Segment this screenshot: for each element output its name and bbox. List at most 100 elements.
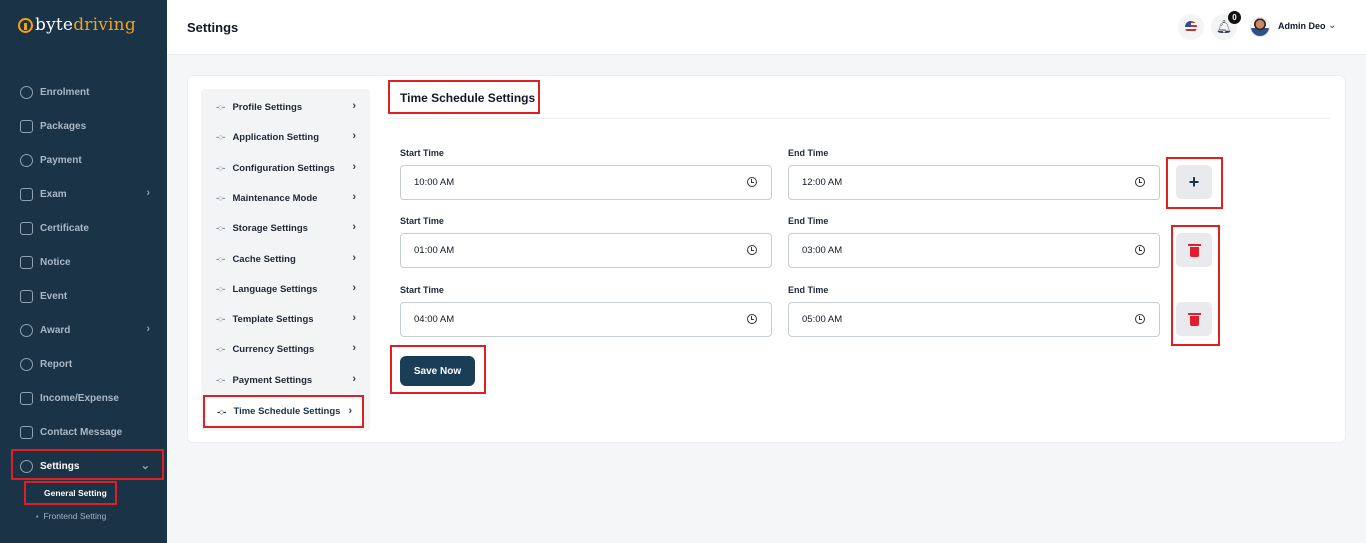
chevron-right-icon: › xyxy=(352,191,356,203)
sidebar-item-payment[interactable]: Payment xyxy=(0,143,167,177)
chevron-right-icon: › xyxy=(352,130,356,142)
divider xyxy=(388,118,1331,119)
step-icon: -○- xyxy=(217,406,226,417)
notice-icon xyxy=(20,255,33,269)
sidebar-item-label: Certificate xyxy=(40,222,89,234)
sidebar-item-income-expense[interactable]: Income/Expense xyxy=(0,381,167,415)
sidebar-item-notice[interactable]: Notice xyxy=(0,245,167,279)
end-time-label: End Time xyxy=(788,216,829,226)
sidebar-item-label: Award xyxy=(40,324,71,336)
clock-icon[interactable] xyxy=(1135,314,1145,324)
menu-item-cache-setting[interactable]: -○- Cache Setting › xyxy=(201,244,366,274)
sidebar-item-label: Income/Expense xyxy=(40,392,119,404)
menu-item-payment-settings[interactable]: -○- Payment Settings › xyxy=(201,365,366,395)
sidebar-item-label: Contact Message xyxy=(40,426,123,438)
step-icon: -○- xyxy=(216,223,225,233)
chevron-right-icon: › xyxy=(352,312,356,324)
menu-item-label: Configuration Settings xyxy=(232,162,335,174)
sidebar-item-contact-message[interactable]: Contact Message xyxy=(0,415,167,449)
menu-item-label: Currency Settings xyxy=(232,343,315,355)
menu-item-template-settings[interactable]: -○- Template Settings › xyxy=(201,304,366,334)
sidebar-item-certificate[interactable]: Certificate xyxy=(0,211,167,245)
settings-highlight xyxy=(11,449,164,480)
delete-row-button[interactable] xyxy=(1176,233,1212,267)
user-name[interactable]: Admin Deo xyxy=(1278,21,1326,31)
step-icon: -○- xyxy=(216,254,225,264)
end-time-input[interactable]: 05:00 AM xyxy=(788,302,1160,337)
clock-icon[interactable] xyxy=(1135,177,1145,187)
start-time-label: Start Time xyxy=(400,216,444,226)
step-icon: -○- xyxy=(216,375,225,385)
trash-icon xyxy=(1187,312,1201,326)
menu-item-application-setting[interactable]: -○- Application Setting › xyxy=(201,122,366,152)
menu-item-language-settings[interactable]: -○- Language Settings › xyxy=(201,274,366,304)
menu-item-label: Template Settings xyxy=(232,313,314,325)
menu-item-storage-settings[interactable]: -○- Storage Settings › xyxy=(201,213,366,243)
delete-row-button[interactable] xyxy=(1176,302,1212,336)
menu-item-time-schedule-settings[interactable]: -○- Time Schedule Settings › xyxy=(203,395,364,428)
us-flag-icon xyxy=(1185,21,1197,33)
sidebar-item-event[interactable]: Event xyxy=(0,279,167,313)
menu-item-profile-settings[interactable]: -○- Profile Settings › xyxy=(201,92,366,122)
start-time-value: 10:00 AM xyxy=(414,177,455,188)
exam-icon xyxy=(20,187,33,201)
section-title: Time Schedule Settings xyxy=(400,91,536,105)
notification-badge: 0 xyxy=(1228,11,1241,24)
step-icon: -○- xyxy=(216,344,225,354)
menu-item-label: Payment Settings xyxy=(232,374,313,386)
brand-logo[interactable]: byte driving xyxy=(18,15,136,35)
sidebar-item-report[interactable]: Report xyxy=(0,347,167,381)
chevron-right-icon: › xyxy=(146,187,150,199)
sidebar-nav: Enrolment Packages Payment Exam › Certifi… xyxy=(0,75,167,483)
brand-part2: driving xyxy=(73,15,136,35)
add-row-button[interactable]: + xyxy=(1176,165,1212,199)
award-icon xyxy=(20,323,33,337)
certificate-icon xyxy=(20,221,33,235)
end-time-value: 03:00 AM xyxy=(802,245,843,256)
brand-part1: byte xyxy=(35,15,74,35)
end-time-input[interactable]: 03:00 AM xyxy=(788,233,1160,268)
menu-item-currency-settings[interactable]: -○- Currency Settings › xyxy=(201,334,366,364)
sidebar-item-packages[interactable]: Packages xyxy=(0,109,167,143)
menu-item-label: Time Schedule Settings xyxy=(233,406,341,417)
step-icon: -○- xyxy=(216,314,225,324)
clock-icon[interactable] xyxy=(747,245,757,255)
enrolment-icon xyxy=(20,85,33,99)
step-icon: -○- xyxy=(216,132,225,142)
chevron-right-icon: › xyxy=(352,373,356,385)
sidebar-item-label: Notice xyxy=(40,256,71,268)
packages-icon xyxy=(20,119,33,133)
sidebar-item-label: Exam xyxy=(40,188,67,200)
sidebar: byte driving Enrolment Packages Payment … xyxy=(0,0,167,543)
start-time-input[interactable]: 04:00 AM xyxy=(400,302,772,337)
end-time-value: 05:00 AM xyxy=(802,314,843,325)
clock-icon[interactable] xyxy=(747,314,757,324)
start-time-input[interactable]: 01:00 AM xyxy=(400,233,772,268)
menu-item-configuration-settings[interactable]: -○- Configuration Settings › xyxy=(201,153,366,183)
end-time-input[interactable]: 12:00 AM xyxy=(788,165,1160,200)
trash-icon xyxy=(1187,243,1201,257)
clock-icon[interactable] xyxy=(1135,245,1145,255)
report-icon xyxy=(20,357,33,371)
start-time-input[interactable]: 10:00 AM xyxy=(400,165,772,200)
sidebar-item-exam[interactable]: Exam › xyxy=(0,177,167,211)
save-button[interactable]: Save Now xyxy=(400,356,475,386)
avatar[interactable] xyxy=(1250,17,1270,37)
sidebar-subitem-general-setting[interactable]: General Setting xyxy=(24,481,117,505)
sidebar-item-label: Enrolment xyxy=(40,86,90,98)
language-button[interactable] xyxy=(1178,14,1204,40)
start-time-value: 04:00 AM xyxy=(414,314,455,325)
chevron-right-icon: › xyxy=(352,221,356,233)
sidebar-subitem-frontend-setting[interactable]: Frontend Setting xyxy=(36,511,106,521)
chevron-right-icon: › xyxy=(348,405,352,417)
chevron-down-icon[interactable]: ⌄ xyxy=(1328,20,1336,31)
menu-item-maintenance-mode[interactable]: -○- Maintenance Mode › xyxy=(201,183,366,213)
income-expense-icon xyxy=(20,391,33,405)
menu-item-label: Profile Settings xyxy=(232,101,303,113)
end-time-value: 12:00 AM xyxy=(802,177,843,188)
clock-icon[interactable] xyxy=(747,177,757,187)
end-time-label: End Time xyxy=(788,148,829,158)
sidebar-item-award[interactable]: Award › xyxy=(0,313,167,347)
start-time-label: Start Time xyxy=(400,148,444,158)
sidebar-item-enrolment[interactable]: Enrolment xyxy=(0,75,167,109)
